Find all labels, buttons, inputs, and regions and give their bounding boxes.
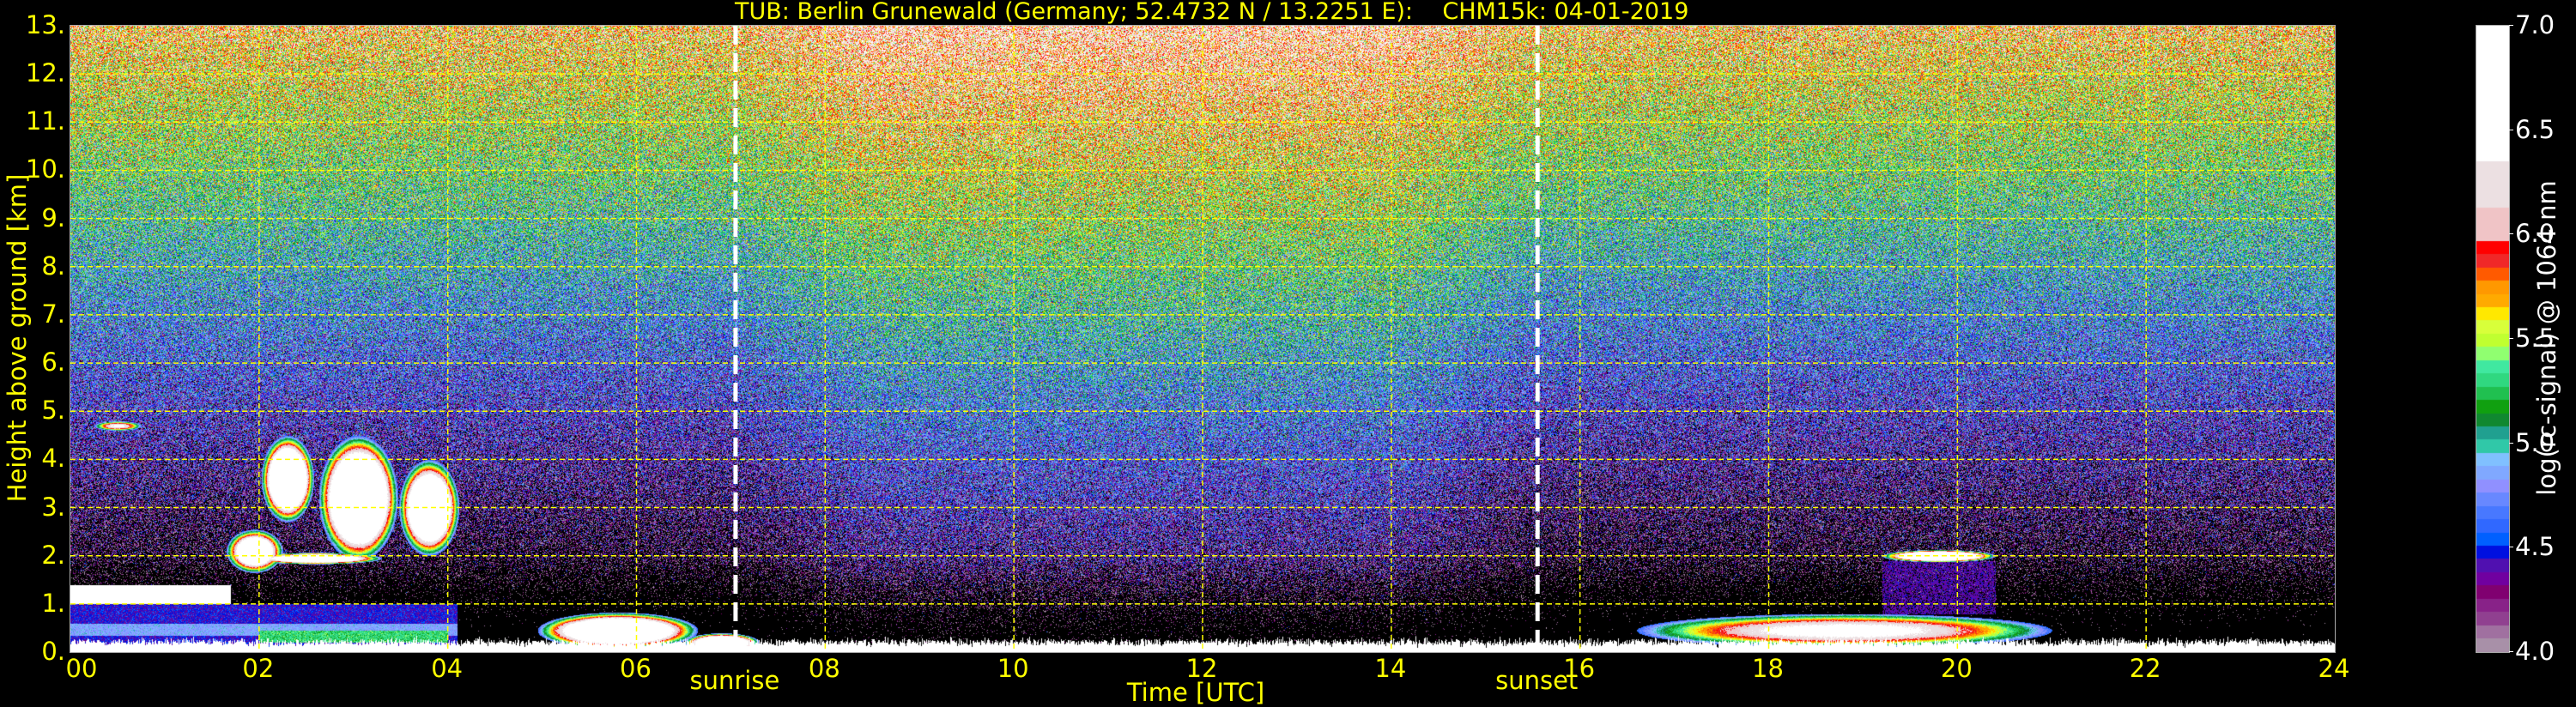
colorbar-tick-mark [2509, 25, 2513, 26]
y-tick-label: 13. [25, 10, 65, 39]
y-tick-label: 5. [41, 396, 65, 426]
colorbar-label: log(rc-signal) @ 1064 nm [2532, 180, 2561, 496]
x-tick-label: 02 [242, 654, 275, 683]
x-tick-label: 04 [431, 654, 464, 683]
x-tick-label: 10 [997, 654, 1029, 683]
grid-overlay [70, 26, 2335, 652]
x-tick-label: 08 [808, 654, 840, 683]
y-axis-label: Height above ground [km] [3, 173, 32, 503]
plot-area [70, 25, 2336, 653]
y-tick-label: 11. [25, 106, 65, 136]
x-tick-label: 24 [2318, 654, 2350, 683]
colorbar [2476, 25, 2510, 653]
colorbar-tick-mark [2509, 338, 2513, 339]
colorbar-tick-mark [2509, 442, 2513, 444]
colorbar-tick-label: 6.5 [2515, 114, 2555, 144]
y-tick-label: 8. [41, 251, 65, 281]
y-tick-label: 7. [41, 299, 65, 329]
x-tick-label: 14 [1374, 654, 1407, 683]
y-tick-label: 0. [41, 637, 65, 666]
y-tick-label: 12. [25, 58, 65, 88]
x-tick-label: 00 [65, 654, 98, 683]
y-tick-label: 3. [41, 492, 65, 522]
y-tick-label: 4. [41, 444, 65, 474]
x-tick-label: 18 [1752, 654, 1784, 683]
colorbar-tick-mark [2509, 233, 2513, 235]
colorbar-tick-label: 4.5 [2515, 532, 2555, 562]
sunrise-label: sunrise [689, 666, 780, 695]
y-tick-label: 10. [25, 154, 65, 184]
x-tick-label: 20 [1940, 654, 1973, 683]
y-tick-label: 9. [41, 202, 65, 233]
x-tick-label: 06 [620, 654, 652, 683]
sunset-label: sunset [1495, 666, 1579, 695]
chart-title: TUB: Berlin Grunewald (Germany; 52.4732 … [735, 0, 1689, 25]
colorbar-tick-mark [2509, 651, 2513, 652]
y-tick-label: 2. [41, 540, 65, 570]
y-tick-label: 6. [41, 347, 65, 378]
colorbar-tick-label: 7.0 [2515, 10, 2555, 39]
colorbar-tick-label: 4.0 [2515, 637, 2555, 666]
x-axis-label: Time [UTC] [1126, 678, 1265, 707]
y-tick-label: 1. [41, 588, 65, 618]
x-tick-label: 22 [2129, 654, 2161, 683]
